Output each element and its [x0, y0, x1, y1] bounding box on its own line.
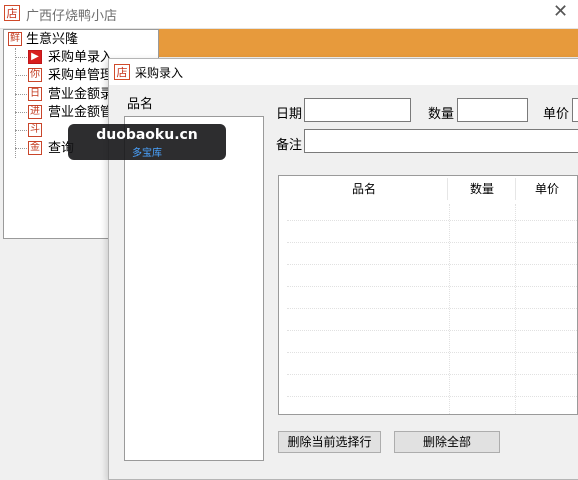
table-row	[287, 374, 578, 375]
watermark-badge: duobaoku.cn 多宝库	[68, 124, 226, 160]
close-icon[interactable]: ✕	[553, 3, 568, 21]
date-input[interactable]	[304, 98, 411, 122]
tree-item-label: 营业金额录	[48, 87, 114, 102]
shop-dialog-icon: 店	[114, 64, 130, 80]
purchase-grid[interactable]: 品名 数量 单价	[278, 175, 578, 415]
tree-root[interactable]: 鲜 生意兴隆	[4, 31, 154, 49]
product-list-label: 品名	[127, 97, 154, 112]
dialog-titlebar: 店 采购录入	[109, 59, 578, 85]
window-title: 广西仔烧鸭小店	[26, 9, 118, 24]
grid-header-product[interactable]: 品名	[279, 176, 449, 202]
gold-icon: 金	[28, 141, 42, 155]
table-row	[287, 242, 578, 243]
tree-item-label: 采购单管理	[48, 68, 114, 83]
quantity-label: 数量	[428, 107, 455, 122]
watermark-name: 多宝库	[132, 148, 162, 159]
shop-app-icon: 店	[4, 5, 20, 21]
table-row	[287, 396, 578, 397]
tree-item-label: 营业金额管	[48, 105, 114, 120]
table-row	[287, 220, 578, 221]
table-row	[287, 264, 578, 265]
dou-icon: 斗	[28, 123, 42, 137]
main-titlebar: 店 广西仔烧鸭小店 ✕	[0, 0, 578, 29]
note-label: 备注	[276, 138, 303, 153]
table-row	[287, 308, 578, 309]
date-label: 日期	[276, 107, 303, 122]
grid-header-price[interactable]: 单价	[515, 176, 578, 202]
ni-icon: 你	[28, 68, 42, 82]
table-row	[287, 352, 578, 353]
product-listbox[interactable]	[124, 116, 264, 461]
tree-root-label: 生意兴隆	[26, 32, 79, 47]
note-input[interactable]	[304, 129, 578, 153]
dialog-title: 采购录入	[135, 66, 184, 80]
watermark-domain: duobaoku.cn	[96, 127, 198, 143]
tree-item-label: 采购单录入	[48, 50, 114, 65]
price-label: 单价	[543, 107, 570, 122]
jin-icon: 进	[28, 105, 42, 119]
delete-selected-row-button[interactable]: 删除当前选择行	[278, 431, 381, 453]
table-row	[287, 330, 578, 331]
header-band	[156, 29, 578, 57]
quantity-input[interactable]	[457, 98, 528, 122]
fresh-icon: 鲜	[8, 32, 22, 46]
table-row	[287, 286, 578, 287]
price-input[interactable]	[572, 98, 578, 122]
grid-header-quantity[interactable]: 数量	[449, 176, 515, 202]
delete-all-button[interactable]: 删除全部	[394, 431, 500, 453]
play-icon: ▶	[28, 50, 42, 64]
day-icon: 日	[28, 87, 42, 101]
